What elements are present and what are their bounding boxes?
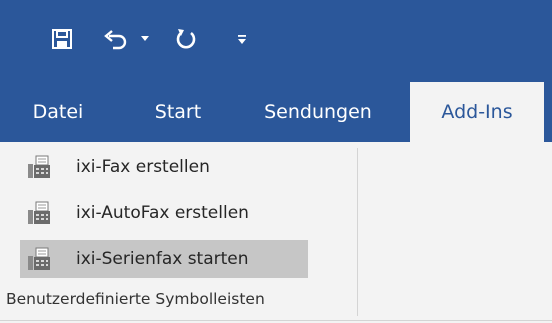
save-button[interactable] <box>48 22 76 56</box>
item-label: ixi-Serienfax starten <box>76 249 249 269</box>
redo-button[interactable] <box>171 22 201 56</box>
tab-label: Add-Ins <box>441 101 513 123</box>
undo-dropdown[interactable] <box>138 22 152 56</box>
tab-start[interactable]: Start <box>140 82 216 142</box>
tab-sendungen[interactable]: Sendungen <box>250 82 386 142</box>
quick-access-toolbar <box>0 0 552 82</box>
tab-label: Sendungen <box>264 101 372 123</box>
redo-icon <box>176 29 196 49</box>
undo-icon <box>104 30 127 50</box>
ixi-fax-erstellen-button[interactable]: ixi-Fax erstellen <box>20 148 270 186</box>
tab-datei[interactable]: Datei <box>22 82 94 142</box>
fax-icon <box>28 201 50 224</box>
group-label: Benutzerdefinierte Symbolleisten <box>6 290 265 308</box>
item-label: ixi-Fax erstellen <box>76 157 210 177</box>
ribbon-bottom-border <box>0 320 552 321</box>
save-icon <box>52 29 72 49</box>
item-label: ixi-AutoFax erstellen <box>76 203 249 223</box>
customize-toolbar-button[interactable] <box>232 22 252 56</box>
ixi-autofax-erstellen-button[interactable]: ixi-AutoFax erstellen <box>20 194 320 232</box>
group-separator <box>357 148 358 316</box>
fax-icon <box>28 155 50 178</box>
tab-add-ins[interactable]: Add-Ins <box>410 82 544 142</box>
ribbon-tabs: Datei Start Sendungen Add-Ins <box>0 82 552 142</box>
undo-button[interactable] <box>100 22 132 56</box>
customize-toolbar-icon <box>238 35 246 44</box>
tab-label: Start <box>154 101 202 123</box>
tab-label: Datei <box>32 101 84 123</box>
ribbon-panel: ixi-Fax erstellen ixi-AutoFax erstellen … <box>0 142 552 323</box>
dropdown-arrow-icon <box>141 36 149 41</box>
ixi-serienfax-starten-button[interactable]: ixi-Serienfax starten <box>20 240 308 278</box>
fax-icon <box>28 247 50 270</box>
